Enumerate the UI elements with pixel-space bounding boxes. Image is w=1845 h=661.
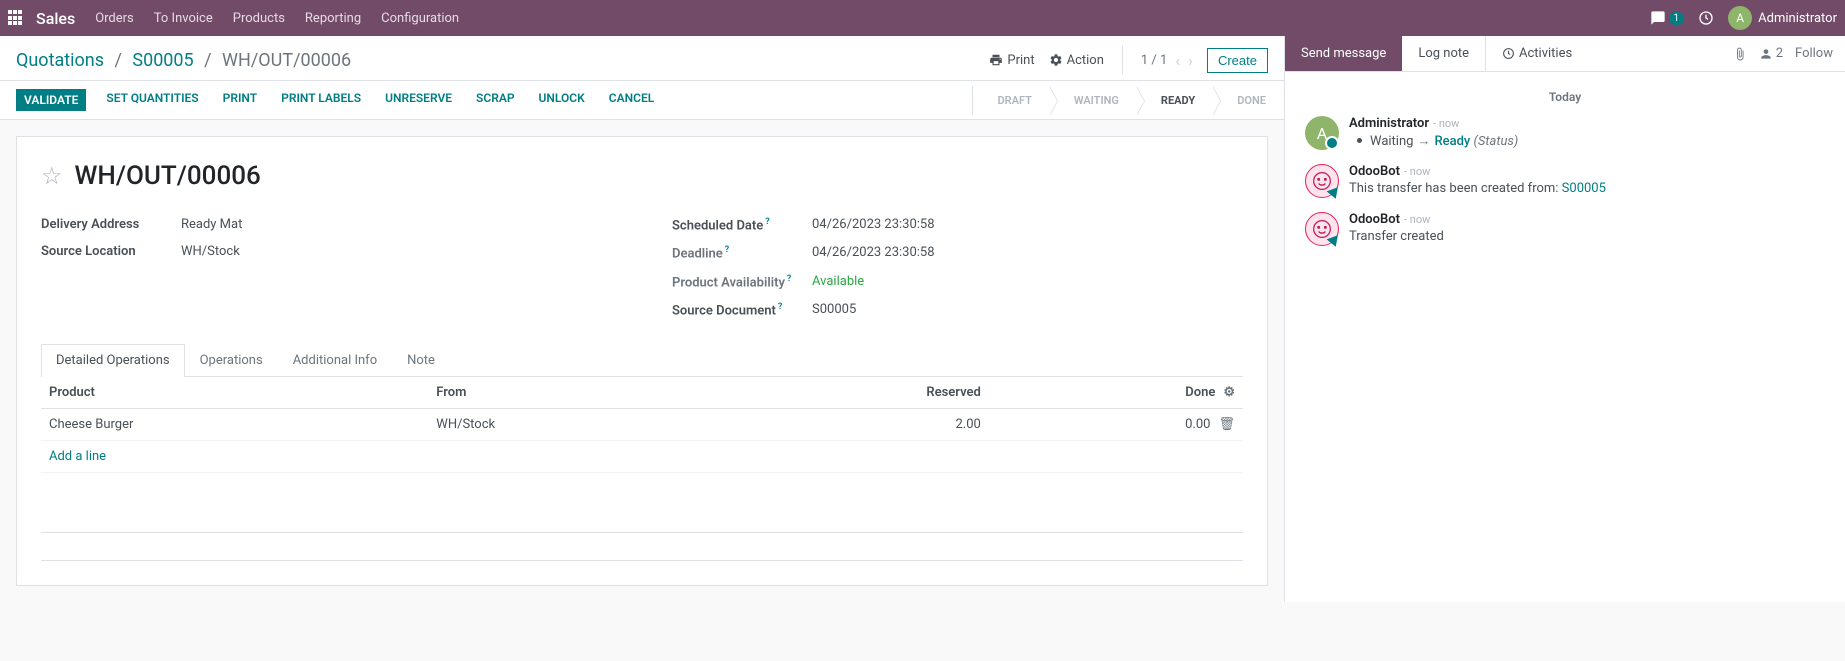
pager-next[interactable]: › (1188, 51, 1193, 70)
field-label: Scheduled Date? (672, 217, 812, 233)
status-bar: VALIDATE SET QUANTITIES PRINT PRINT LABELS U… (0, 80, 1284, 120)
field-label: Source Document? (672, 302, 812, 318)
star-icon[interactable]: ☆ (41, 162, 63, 190)
avatar: A (1305, 116, 1339, 150)
status-step[interactable]: WAITING (1050, 86, 1137, 115)
clock-icon[interactable] (1698, 10, 1714, 26)
activities-button[interactable]: Activities (1486, 36, 1588, 71)
source-location[interactable]: WH/Stock (181, 244, 612, 259)
delete-icon[interactable]: 🗑 (1218, 417, 1235, 432)
col-done: Done⚙ (989, 377, 1243, 409)
statusbar-button[interactable]: SCRAP (472, 89, 519, 111)
log-note-button[interactable]: Log note (1402, 36, 1486, 71)
nav-item[interactable]: Reporting (305, 11, 361, 26)
bot-avatar (1305, 212, 1339, 246)
messages-badge: 1 (1669, 12, 1685, 25)
operations-table: Product From Reserved Done⚙ Cheese Burge… (41, 377, 1243, 561)
breadcrumb: Quotations / S00005 / WH/OUT/00006 (16, 50, 351, 71)
col-from: From (428, 377, 717, 409)
status-step[interactable]: DONE (1213, 86, 1284, 115)
pager: 1 / 1 ‹ › (1141, 51, 1193, 70)
statusbar-button[interactable]: PRINT LABELS (277, 89, 365, 111)
breadcrumb-current: WH/OUT/00006 (222, 50, 351, 71)
statusbar-button[interactable]: VALIDATE (16, 89, 86, 111)
col-reserved: Reserved (717, 377, 989, 409)
field-label: Deadline? (672, 245, 812, 261)
form-sheet: ☆ WH/OUT/00006 Delivery AddressReady Mat… (16, 136, 1268, 586)
delivery-address[interactable]: Ready Mat (181, 217, 612, 232)
followers-button[interactable]: 2 (1759, 46, 1783, 61)
chatter-message: OdooBot- nowTransfer created (1305, 212, 1825, 246)
table-row[interactable]: Cheese BurgerWH/Stock2.000.00🗑 (41, 409, 1243, 441)
scheduled-date[interactable]: 04/26/2023 23:30:58 (812, 217, 1243, 233)
send-message-button[interactable]: Send message (1285, 36, 1402, 71)
source-document[interactable]: S00005 (812, 302, 1243, 318)
nav-item[interactable]: Configuration (381, 11, 459, 26)
statusbar-button[interactable]: SET QUANTITIES (102, 89, 202, 111)
action-button[interactable]: Action (1049, 53, 1104, 68)
follow-button[interactable]: Follow (1795, 46, 1833, 61)
pager-prev[interactable]: ‹ (1175, 51, 1180, 70)
control-panel: Quotations / S00005 / WH/OUT/00006 Print… (0, 36, 1284, 80)
nav-item[interactable]: Products (233, 11, 285, 26)
add-line-button[interactable]: Add a line (49, 449, 106, 464)
tab[interactable]: Additional Info (278, 344, 392, 376)
breadcrumb-parent[interactable]: S00005 (132, 50, 193, 71)
record-title: WH/OUT/00006 (75, 161, 261, 191)
status-step[interactable]: DRAFT (973, 86, 1049, 115)
tab[interactable]: Operations (185, 344, 278, 376)
status-step[interactable]: READY (1137, 86, 1213, 115)
statusbar-button[interactable]: CANCEL (605, 89, 658, 111)
deadline: 04/26/2023 23:30:58 (812, 245, 1243, 261)
statusbar-button[interactable]: PRINT (219, 89, 261, 111)
field-label: Product Availability? (672, 274, 812, 290)
print-button[interactable]: Print (989, 53, 1034, 68)
column-settings-icon[interactable]: ⚙ (1223, 385, 1235, 400)
attachment-icon[interactable] (1733, 47, 1747, 61)
availability: Available (812, 274, 1243, 290)
nav-item[interactable]: Orders (95, 11, 134, 26)
today-label: Today (1305, 90, 1825, 104)
breadcrumb-root[interactable]: Quotations (16, 50, 104, 71)
tab[interactable]: Detailed Operations (41, 344, 185, 377)
statusbar-button[interactable]: UNLOCK (535, 89, 589, 111)
message-link[interactable]: S00005 (1562, 181, 1606, 196)
user-name: Administrator (1758, 11, 1837, 26)
avatar: A (1728, 6, 1752, 30)
col-product: Product (41, 377, 428, 409)
messages-icon[interactable]: 1 (1650, 10, 1685, 26)
bot-avatar (1305, 164, 1339, 198)
top-nav: Sales Orders To Invoice Products Reporting C… (0, 0, 1845, 36)
user-menu[interactable]: A Administrator (1728, 6, 1837, 30)
apps-icon[interactable] (8, 10, 24, 26)
tab[interactable]: Note (392, 344, 450, 376)
app-brand[interactable]: Sales (36, 9, 75, 28)
chatter: Send message Log note Activities 2 Follo… (1285, 36, 1845, 602)
create-button[interactable]: Create (1207, 48, 1268, 73)
chatter-message: AAdministrator- nowWaiting→Ready (Status… (1305, 116, 1825, 150)
field-label: Source Location (41, 244, 181, 259)
nav-item[interactable]: To Invoice (154, 11, 213, 26)
chatter-message: OdooBot- nowThis transfer has been creat… (1305, 164, 1825, 198)
statusbar-button[interactable]: UNRESERVE (381, 89, 456, 111)
field-label: Delivery Address (41, 217, 181, 232)
